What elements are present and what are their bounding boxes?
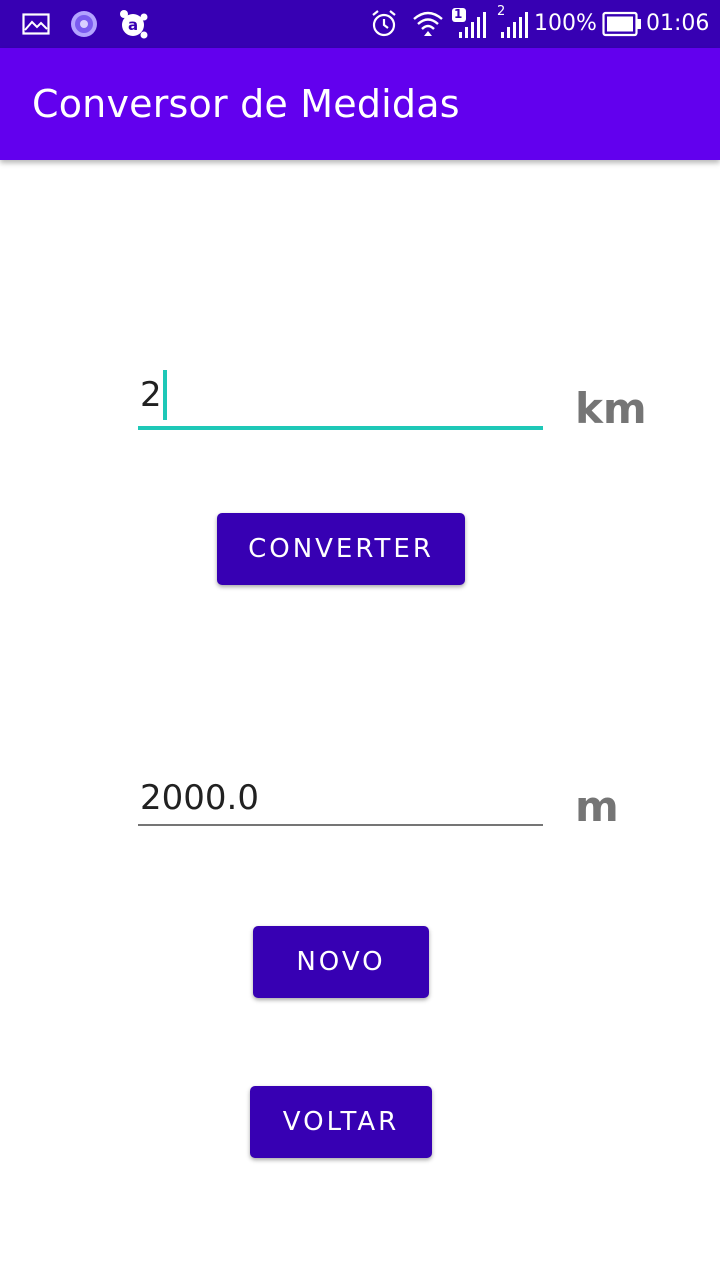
output-unit-label: m bbox=[575, 782, 619, 831]
back-button-label: VOLTAR bbox=[282, 1107, 400, 1137]
new-button[interactable]: NOVO bbox=[253, 926, 429, 998]
image-icon bbox=[20, 8, 52, 40]
convert-button-label: CONVERTER bbox=[248, 534, 434, 564]
km-input-underline bbox=[138, 426, 543, 430]
battery-icon bbox=[602, 8, 642, 40]
m-output-underline bbox=[138, 824, 543, 826]
app-bar: Conversor de Medidas bbox=[0, 48, 720, 160]
alarm-icon bbox=[368, 8, 400, 40]
sim1-label: 1 bbox=[454, 7, 463, 21]
new-button-label: NOVO bbox=[296, 947, 386, 977]
km-input-value: 2 bbox=[140, 375, 162, 415]
m-output-value-wrap: 2000.0 bbox=[140, 778, 259, 818]
status-bar: a 1 2 100% 01:06 bbox=[0, 0, 720, 48]
screen: a 1 2 100% 01:06 Conversor de Medidas 2 … bbox=[0, 0, 720, 1280]
km-input[interactable]: 2 bbox=[138, 360, 543, 430]
m-output-field[interactable]: 2000.0 bbox=[138, 760, 543, 826]
battery-percent: 100% bbox=[534, 11, 597, 36]
convert-button[interactable]: CONVERTER bbox=[217, 513, 465, 585]
app-title: Conversor de Medidas bbox=[32, 82, 460, 126]
clock: 01:06 bbox=[646, 11, 710, 36]
wifi-icon bbox=[410, 8, 446, 40]
back-button[interactable]: VOLTAR bbox=[250, 1086, 432, 1158]
avast-icon: a bbox=[116, 8, 150, 40]
text-cursor bbox=[162, 370, 167, 420]
circle-app-icon bbox=[68, 8, 100, 40]
input-unit-label: km bbox=[575, 384, 647, 433]
sim2-label: 2 bbox=[497, 4, 506, 19]
m-output-value: 2000.0 bbox=[140, 778, 259, 818]
km-input-value-wrap: 2 bbox=[140, 370, 167, 420]
svg-text:a: a bbox=[128, 16, 138, 34]
